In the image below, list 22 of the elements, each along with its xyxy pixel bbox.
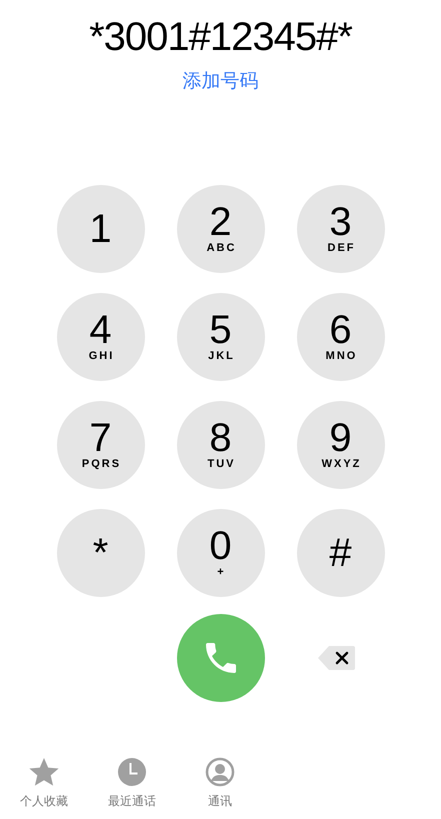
dial-key[interactable]: 0 + [176,509,264,597]
dial-key[interactable]: 3 DEF [296,185,384,273]
tab-bar-item[interactable]: 通讯 [176,756,264,809]
dial-key[interactable]: * [56,509,144,597]
add-number-link[interactable]: 添加号码 [182,68,258,94]
dial-key[interactable]: 9 WXYZ [296,401,384,489]
backspace-icon [316,644,356,672]
dial-key[interactable]: 6 MNO [296,293,384,381]
delete-button[interactable] [316,644,356,672]
star-icon [28,756,60,788]
dial-key[interactable]: 2 ABC [176,185,264,273]
clock-icon [116,756,148,788]
dial-key[interactable]: # [296,509,384,597]
tab-bar-item[interactable]: 个人收藏 [0,756,88,809]
person-icon [204,756,236,788]
dial-key[interactable]: 4 GHI [56,293,144,381]
dial-key[interactable]: 5 JKL [176,293,264,381]
tab-bar-item[interactable]: 最近通话 [88,756,176,809]
dial-key[interactable]: 7 PQRS [56,401,144,489]
dial-key[interactable]: 1 [56,185,144,273]
dialed-number: *3001#12345#* [89,14,352,61]
dial-key[interactable]: 8 TUV [176,401,264,489]
